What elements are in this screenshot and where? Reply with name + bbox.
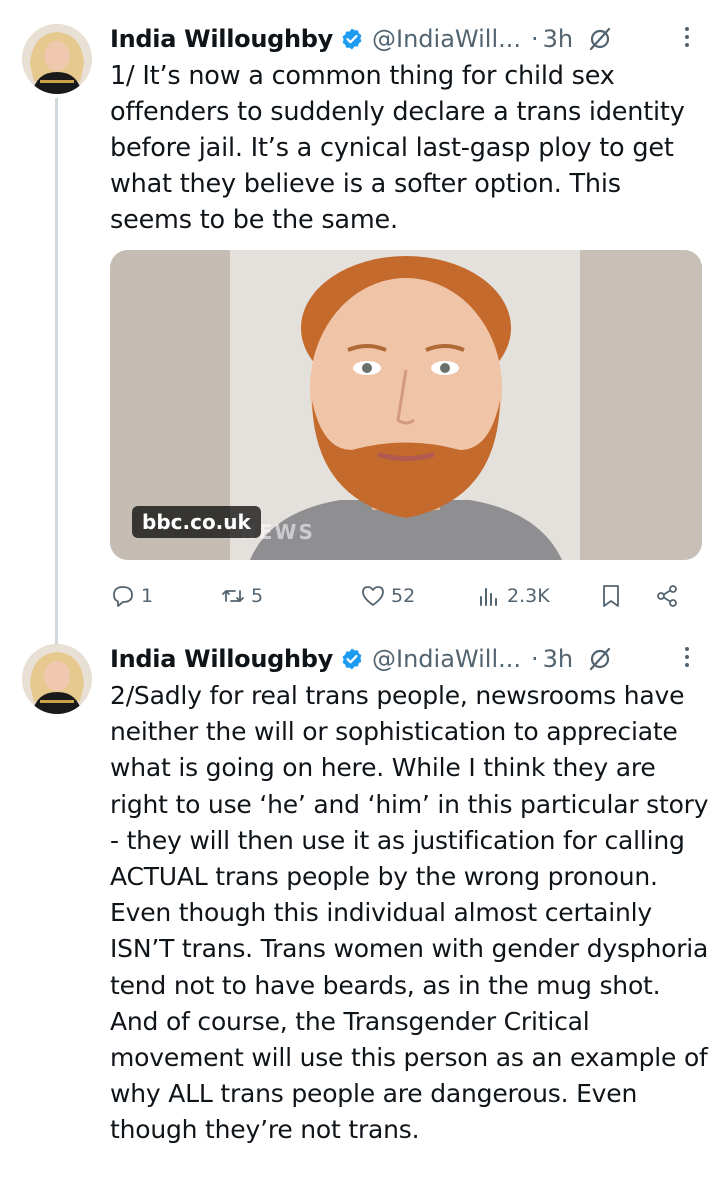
- verified-badge-icon: [340, 27, 364, 51]
- tweet-text: 2/Sadly for real trans people, newsrooms…: [110, 681, 709, 1145]
- tweet-header: India Willoughby @IndiaWill... · 3h: [110, 20, 710, 58]
- like-button[interactable]: 52: [360, 578, 415, 614]
- more-options-icon[interactable]: [677, 642, 697, 672]
- author-name[interactable]: India Willoughby: [110, 25, 333, 53]
- tweet-header: India Willoughby @IndiaWill... · 3h: [110, 640, 710, 678]
- tweet-2[interactable]: India Willoughby @IndiaWill... · 3h 2/Sa…: [0, 620, 723, 1200]
- author-avatar[interactable]: [22, 644, 92, 714]
- tweet-actions-bar: 1 5 52 2.3K: [110, 578, 710, 614]
- tweet-timestamp[interactable]: 3h: [543, 645, 573, 673]
- share-button[interactable]: [654, 578, 685, 614]
- tweet-timestamp[interactable]: 3h: [543, 25, 573, 53]
- tweet-text: 1/ It’s now a common thing for child sex…: [110, 61, 685, 235]
- views-button[interactable]: 2.3K: [476, 578, 550, 614]
- header-separator: ·: [531, 25, 539, 53]
- tweet-1[interactable]: India Willoughby @IndiaWill... · 3h 1/ I…: [0, 0, 723, 640]
- tweet-media-image[interactable]: NEWS bbc.co.uk: [110, 250, 702, 560]
- repost-count: 5: [251, 585, 264, 607]
- author-handle[interactable]: @IndiaWill...: [372, 25, 521, 53]
- verified-badge-icon: [340, 647, 364, 671]
- link-source-badge[interactable]: bbc.co.uk: [132, 506, 261, 538]
- repost-button[interactable]: 5: [220, 578, 263, 614]
- grok-icon[interactable]: [587, 26, 613, 52]
- author-handle[interactable]: @IndiaWill...: [372, 645, 521, 673]
- reply-count: 1: [141, 585, 154, 607]
- reply-button[interactable]: 1: [110, 578, 153, 614]
- like-count: 52: [391, 585, 416, 607]
- more-options-icon[interactable]: [677, 22, 697, 52]
- view-count: 2.3K: [507, 585, 550, 607]
- header-separator: ·: [531, 645, 539, 673]
- grok-icon[interactable]: [587, 646, 613, 672]
- author-avatar[interactable]: [22, 24, 92, 94]
- author-name[interactable]: India Willoughby: [110, 645, 333, 673]
- bookmark-button[interactable]: [598, 578, 629, 614]
